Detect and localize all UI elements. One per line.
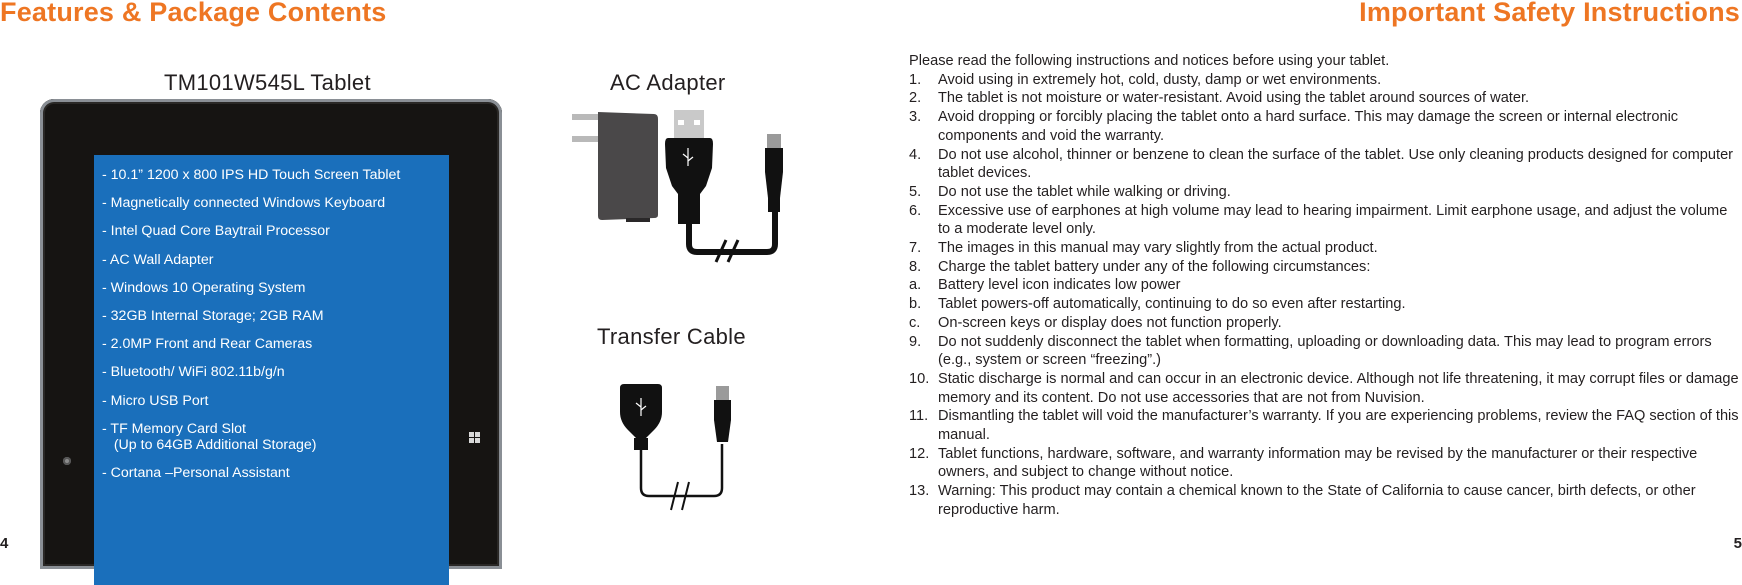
safety-instructions: Please read the following instructions a… <box>909 52 1739 520</box>
page-number-right: 5 <box>1733 535 1742 552</box>
safety-item: c. On-screen keys or display does not fun… <box>909 314 1739 333</box>
cable-caption: Transfer Cable <box>597 324 746 349</box>
safety-item: a. Battery level icon indicates low power <box>909 276 1739 295</box>
safety-item-text: On-screen keys or display does not funct… <box>938 314 1282 331</box>
safety-item: 7. The images in this manual may vary sli… <box>909 239 1739 258</box>
safety-item: 10. Static discharge is normal and can oc… <box>909 370 1739 407</box>
safety-item: b. Tablet powers-off automatically, conti… <box>909 295 1739 314</box>
safety-item: 11. Dismantling the tablet will void the … <box>909 407 1739 444</box>
safety-item-text: Static discharge is normal and can occur… <box>938 370 1739 406</box>
safety-item: 6. Excessive use of earphones at high vol… <box>909 202 1739 239</box>
safety-item: 1. Avoid using in extremely hot, cold, du… <box>909 71 1739 90</box>
safety-item-text: Charge the tablet battery under any of t… <box>938 258 1371 275</box>
safety-item-number: 13. <box>909 483 930 500</box>
adapter-body <box>598 112 658 220</box>
safety-item: 8. Charge the tablet battery under any of… <box>909 258 1739 277</box>
safety-item: 12. Tablet functions, hardware, software,… <box>909 445 1739 482</box>
micro-usb-plug-metal <box>716 386 729 400</box>
cable-wire <box>639 444 724 498</box>
safety-item-text: Dismantling the tablet will void the man… <box>938 408 1739 444</box>
safety-list: 1. Avoid using in extremely hot, cold, du… <box>909 71 1739 520</box>
safety-item-number: 4. <box>909 146 922 163</box>
feature-item: - 32GB Internal Storage; 2GB RAM <box>102 307 324 324</box>
safety-intro: Please read the following instructions a… <box>909 53 1390 69</box>
safety-heading: Important Safety Instructions <box>1359 0 1740 27</box>
feature-item: - AC Wall Adapter <box>102 251 214 268</box>
feature-item: - TF Memory Card Slot (Up to 64GB Additi… <box>102 420 317 453</box>
feature-item: - 10.1” 1200 x 800 IPS HD Touch Screen T… <box>102 167 401 183</box>
safety-item-number: c. <box>909 314 921 331</box>
safety-item-text: Avoid using in extremely hot, cold, dust… <box>938 71 1382 88</box>
page-number-left: 4 <box>0 535 9 552</box>
feature-item: - Bluetooth/ WiFi 802.11b/g/n <box>102 364 285 381</box>
safety-item-text: Excessive use of earphones at high volum… <box>938 202 1728 238</box>
adapter-prong-top <box>572 114 598 120</box>
safety-item-number: 10. <box>909 370 930 387</box>
safety-item: 5. Do not use the tablet while walking or… <box>909 183 1739 202</box>
adapter-caption: AC Adapter <box>610 70 726 95</box>
safety-item: 9. Do not suddenly disconnect the tablet … <box>909 333 1739 370</box>
safety-item-text: Do not use the tablet while walking or d… <box>938 183 1231 200</box>
safety-item-number: a. <box>909 277 922 294</box>
safety-item: 13. Warning: This product may contain a c… <box>909 482 1739 519</box>
safety-item-number: 7. <box>909 240 922 257</box>
adapter-prong-bottom <box>572 136 598 142</box>
feature-item: - 2.0MP Front and Rear Cameras <box>102 336 313 353</box>
feature-item: - Micro USB Port <box>102 392 209 409</box>
transfer-cable-illustration <box>620 384 731 511</box>
safety-item-number: 11. <box>909 408 929 425</box>
safety-item-number: 9. <box>909 333 922 350</box>
windows-logo-icon <box>469 432 481 444</box>
safety-item-number: 3. <box>909 109 922 126</box>
safety-item-text: The tablet is not moisture or water-resi… <box>938 90 1530 107</box>
safety-item-text: Tablet functions, hardware, software, an… <box>938 445 1698 481</box>
safety-item-text: Tablet powers-off automatically, continu… <box>938 296 1406 313</box>
feature-item: - Windows 10 Operating System <box>102 279 306 296</box>
features-list: - 10.1” 1200 x 800 IPS HD Touch Screen T… <box>94 155 449 481</box>
tablet-screen: - 10.1” 1200 x 800 IPS HD Touch Screen T… <box>94 155 449 585</box>
feature-item: - Cortana –Personal Assistant <box>102 464 290 481</box>
camera-icon <box>63 457 71 465</box>
safety-item-text: The images in this manual may vary sligh… <box>938 240 1378 257</box>
safety-item: 4. Do not use alcohol, thinner or benzene… <box>909 146 1739 183</box>
safety-item-number: 1. <box>909 71 922 88</box>
safety-item-text: Warning: This product may contain a chem… <box>938 483 1696 518</box>
features-heading: Features & Package Contents <box>0 0 387 27</box>
adapter-foot <box>626 218 650 222</box>
safety-item-text: Battery level icon indicates low power <box>938 277 1181 294</box>
safety-item-text: Avoid dropping or forcibly placing the t… <box>938 109 1679 144</box>
feature-item: - Magnetically connected Windows Keyboar… <box>102 195 386 212</box>
feature-item: - Intel Quad Core Baytrail Processor <box>102 223 330 240</box>
safety-item-number: 6. <box>909 202 922 219</box>
tablet-caption: TM101W545L Tablet <box>164 70 371 95</box>
safety-item-number: 5. <box>909 183 922 200</box>
cable-wire <box>686 210 778 255</box>
safety-item-number: 8. <box>909 258 922 275</box>
safety-item: 2. The tablet is not moisture or water-re… <box>909 89 1739 108</box>
safety-item-number: b. <box>909 296 922 313</box>
safety-item-number: 12. <box>909 445 930 462</box>
safety-item-number: 2. <box>909 90 922 107</box>
tablet-illustration: - 10.1” 1200 x 800 IPS HD Touch Screen T… <box>40 99 502 585</box>
safety-item: 3. Avoid dropping or forcibly placing the… <box>909 108 1739 145</box>
micro-usb-plug-metal <box>767 134 781 148</box>
usb-cable-illustration <box>665 110 783 263</box>
safety-item-text: Do not suddenly disconnect the tablet wh… <box>938 333 1712 369</box>
safety-item-text: Do not use alcohol, thinner or benzene t… <box>938 146 1734 182</box>
